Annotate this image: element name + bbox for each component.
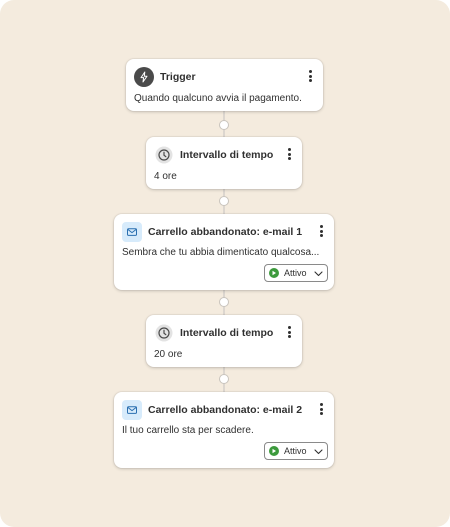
- card-header: Intervallo di tempo: [154, 323, 273, 343]
- delay-duration: 4 ore: [154, 171, 177, 182]
- status-dropdown[interactable]: Attivo: [264, 264, 328, 282]
- more-options-button[interactable]: [314, 222, 328, 240]
- clock-icon: [154, 145, 174, 165]
- card-title: Intervallo di tempo: [180, 149, 274, 161]
- card-title: Carrello abbandonato: e-mail 2: [148, 404, 303, 416]
- email-preview-text: Il tuo carrello sta per scadere.: [122, 425, 254, 436]
- email-card[interactable]: Carrello abbandonato: e-mail 2 Il tuo ca…: [114, 392, 334, 468]
- card-header: Carrello abbandonato: e-mail 1: [122, 222, 302, 242]
- card-header: Intervallo di tempo: [154, 145, 273, 165]
- email-preview-text: Sembra che tu abbia dimenticato qualcosa…: [122, 247, 320, 258]
- email-card[interactable]: Carrello abbandonato: e-mail 1 Sembra ch…: [114, 214, 334, 290]
- connector-node: [219, 120, 229, 130]
- connector-node: [219, 196, 229, 206]
- card-header: Carrello abbandonato: e-mail 2: [122, 400, 302, 420]
- play-icon: [269, 268, 279, 278]
- delay-card[interactable]: Intervallo di tempo 20 ore: [146, 315, 302, 367]
- status-label: Attivo: [284, 268, 307, 278]
- status-dropdown[interactable]: Attivo: [264, 442, 328, 460]
- card-title: Trigger: [160, 71, 196, 83]
- card-title: Intervallo di tempo: [180, 327, 274, 339]
- chevron-down-icon: [314, 264, 323, 282]
- more-options-button[interactable]: [314, 400, 328, 418]
- connector-node: [219, 374, 229, 384]
- envelope-icon: [122, 400, 142, 420]
- more-options-button[interactable]: [282, 145, 296, 163]
- delay-duration: 20 ore: [154, 349, 183, 360]
- lightning-icon: [134, 67, 154, 87]
- clock-icon: [154, 323, 174, 343]
- card-title: Carrello abbandonato: e-mail 1: [148, 226, 303, 238]
- envelope-icon: [122, 222, 142, 242]
- card-description: Quando qualcuno avvia il pagamento.: [134, 93, 302, 104]
- status-label: Attivo: [284, 446, 307, 456]
- connector-node: [219, 297, 229, 307]
- card-header: Trigger: [134, 67, 196, 87]
- workflow-canvas: Trigger Quando qualcuno avvia il pagamen…: [0, 0, 450, 527]
- more-options-button[interactable]: [282, 323, 296, 341]
- trigger-card[interactable]: Trigger Quando qualcuno avvia il pagamen…: [126, 59, 323, 111]
- more-options-button[interactable]: [303, 67, 317, 85]
- play-icon: [269, 446, 279, 456]
- chevron-down-icon: [314, 442, 323, 460]
- delay-card[interactable]: Intervallo di tempo 4 ore: [146, 137, 302, 189]
